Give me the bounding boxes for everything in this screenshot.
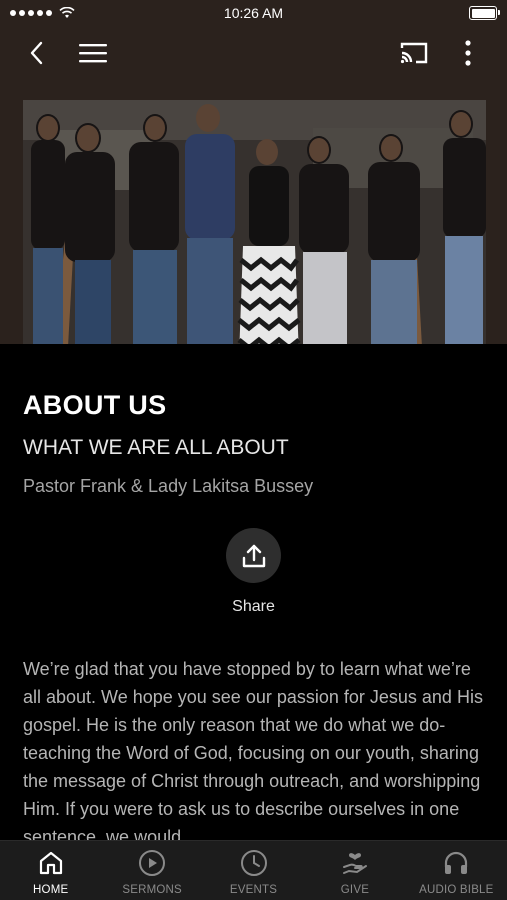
tab-label: HOME xyxy=(33,884,69,896)
share-label: Share xyxy=(232,598,275,615)
battery-icon xyxy=(469,6,500,20)
bottom-tab-bar: HOME SERMONS EVENTS GIVE AUDIO BIBLE xyxy=(0,840,507,900)
play-circle-icon xyxy=(137,848,167,878)
top-navbar xyxy=(0,26,507,78)
tab-label: AUDIO BIBLE xyxy=(419,884,494,896)
tab-label: EVENTS xyxy=(229,884,278,896)
tab-home[interactable]: HOME xyxy=(0,841,101,900)
tab-audio-bible[interactable]: AUDIO BIBLE xyxy=(406,841,507,900)
give-hand-icon xyxy=(340,848,370,878)
back-button[interactable] xyxy=(20,36,54,70)
clock-icon xyxy=(239,848,269,878)
cast-button[interactable] xyxy=(397,36,431,70)
share-button[interactable] xyxy=(226,528,281,583)
home-icon xyxy=(36,848,66,878)
tab-give[interactable]: GIVE xyxy=(304,841,405,900)
chevron-left-icon xyxy=(30,41,43,65)
page-title: ABOUT US xyxy=(23,390,167,420)
cast-icon xyxy=(400,42,428,64)
status-bar: 10:26 AM xyxy=(0,0,507,26)
page-subtitle: WHAT WE ARE ALL ABOUT xyxy=(23,436,289,459)
tab-events[interactable]: EVENTS xyxy=(203,841,304,900)
headphones-icon xyxy=(441,848,471,878)
about-body-text: We’re glad that you have stopped by to l… xyxy=(23,659,483,847)
more-vertical-icon xyxy=(465,40,471,66)
hamburger-icon xyxy=(79,44,107,63)
status-time: 10:26 AM xyxy=(223,5,284,21)
tab-sermons[interactable]: SERMONS xyxy=(101,841,202,900)
group-photo-illustration xyxy=(23,100,486,365)
byline: Pastor Frank & Lady Lakitsa Bussey xyxy=(23,476,314,496)
share-icon xyxy=(242,544,265,567)
hero-photo xyxy=(23,100,486,365)
menu-button[interactable] xyxy=(76,36,110,70)
tab-label: SERMONS xyxy=(122,884,182,896)
more-button[interactable] xyxy=(451,36,485,70)
tab-label: GIVE xyxy=(340,884,370,896)
